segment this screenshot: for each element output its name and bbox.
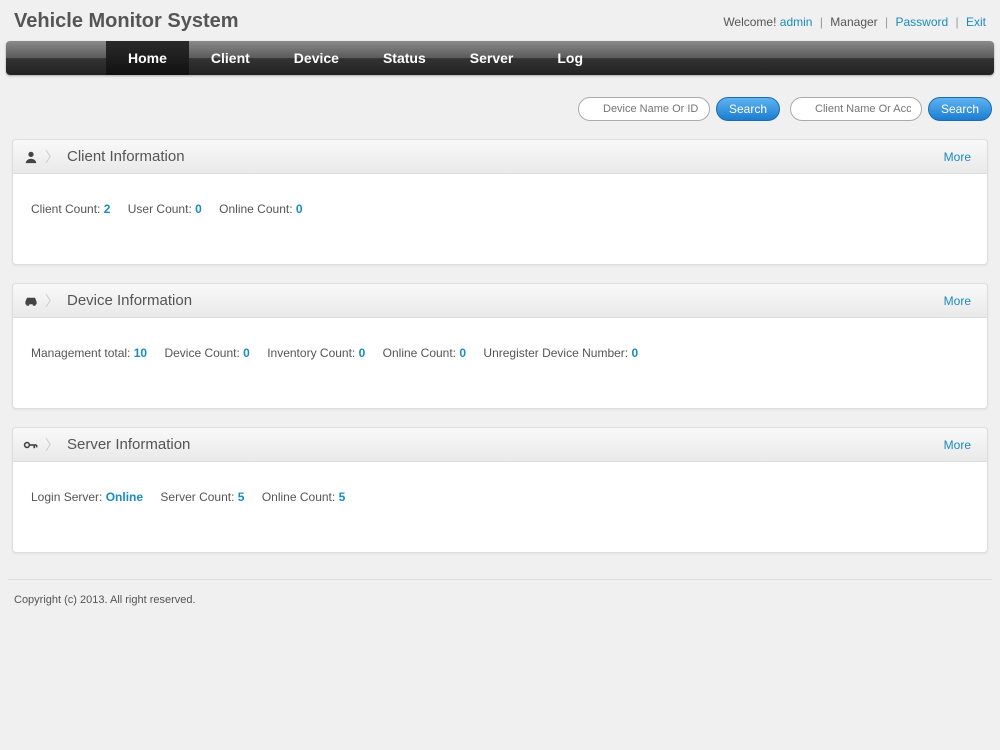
more-link[interactable]: More — [938, 438, 977, 452]
tab-log[interactable]: Log — [535, 41, 605, 75]
panel-title: Device Information — [67, 292, 192, 309]
chevron-right-icon: 〉 — [45, 435, 59, 455]
user-link[interactable]: admin — [780, 15, 813, 29]
footer: Copyright (c) 2013. All right reserved. — [0, 580, 1000, 620]
person-icon — [23, 149, 39, 165]
server-info-panel: 〉 Server Information More Login Server: … — [12, 427, 988, 553]
tab-device[interactable]: Device — [272, 41, 361, 75]
tab-home[interactable]: Home — [106, 41, 189, 75]
tab-status[interactable]: Status — [361, 41, 448, 75]
navbar: Home Client Device Status Server Log — [6, 41, 994, 75]
header: Vehicle Monitor System Welcome! admin | … — [0, 0, 1000, 41]
chevron-right-icon: 〉 — [45, 291, 59, 311]
panel-title: Server Information — [67, 436, 190, 453]
stat-value: 0 — [195, 202, 202, 216]
stat-label: Online Count: — [383, 346, 456, 360]
separator: | — [885, 15, 888, 29]
stat-value: 0 — [359, 346, 366, 360]
password-link[interactable]: Password — [895, 15, 948, 29]
stat-label: Management total: — [31, 346, 130, 360]
key-icon — [23, 437, 39, 453]
stat-value: 2 — [104, 202, 111, 216]
panel-body: Login Server: Online Server Count: 5 Onl… — [13, 462, 987, 552]
stat-label: Login Server: — [31, 490, 102, 504]
stat-value: 0 — [243, 346, 250, 360]
device-search-group: Search — [578, 97, 780, 121]
device-info-panel: 〉 Device Information More Management tot… — [12, 283, 988, 409]
panel-body: Client Count: 2 User Count: 0 Online Cou… — [13, 174, 987, 264]
stat-label: User Count: — [128, 202, 192, 216]
stat-label: Online Count: — [219, 202, 292, 216]
stat-value: 5 — [238, 490, 245, 504]
more-link[interactable]: More — [938, 294, 977, 308]
separator: | — [956, 15, 959, 29]
car-icon — [23, 293, 39, 309]
stat-value: 5 — [339, 490, 346, 504]
manager-link[interactable]: Manager — [830, 15, 877, 29]
welcome-label: Welcome! — [723, 15, 776, 29]
stat-value: 10 — [134, 346, 147, 360]
client-search-group: Search — [790, 97, 992, 121]
tab-client[interactable]: Client — [189, 41, 272, 75]
client-info-panel: 〉 Client Information More Client Count: … — [12, 139, 988, 265]
separator: | — [820, 15, 823, 29]
stat-value: 0 — [459, 346, 466, 360]
search-row: Search Search — [0, 75, 1000, 121]
panel-title: Client Information — [67, 148, 185, 165]
panel-header: 〉 Device Information More — [13, 284, 987, 318]
panel-body: Management total: 10 Device Count: 0 Inv… — [13, 318, 987, 408]
client-search-input[interactable] — [790, 97, 922, 121]
stat-label: Client Count: — [31, 202, 100, 216]
stat-label: Device Count: — [164, 346, 239, 360]
stat-value: 0 — [296, 202, 303, 216]
stat-label: Online Count: — [262, 490, 335, 504]
device-search-input[interactable] — [578, 97, 710, 121]
device-search-button[interactable]: Search — [716, 97, 780, 121]
chevron-right-icon: 〉 — [45, 147, 59, 167]
stat-label: Server Count: — [160, 490, 234, 504]
stat-label: Inventory Count: — [267, 346, 355, 360]
stat-label: Unregister Device Number: — [483, 346, 628, 360]
stat-value: 0 — [631, 346, 638, 360]
exit-link[interactable]: Exit — [966, 15, 986, 29]
more-link[interactable]: More — [938, 150, 977, 164]
tab-server[interactable]: Server — [448, 41, 536, 75]
userbar: Welcome! admin | Manager | Password | Ex… — [723, 15, 986, 29]
app-title: Vehicle Monitor System — [14, 10, 239, 33]
client-search-button[interactable]: Search — [928, 97, 992, 121]
panel-header: 〉 Client Information More — [13, 140, 987, 174]
stat-value: Online — [106, 490, 143, 504]
panel-header: 〉 Server Information More — [13, 428, 987, 462]
